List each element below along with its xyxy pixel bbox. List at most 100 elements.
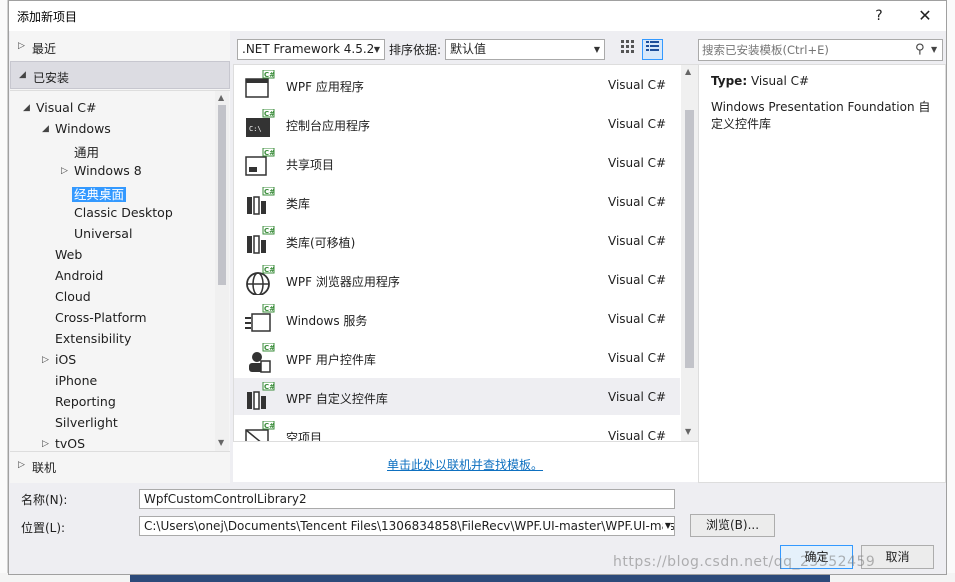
browser-app-icon: C# xyxy=(244,264,276,296)
list-view-icon[interactable] xyxy=(642,39,663,60)
expand-arrow-icon: ▷ xyxy=(42,439,49,449)
scroll-down-icon[interactable]: ▼ xyxy=(685,427,691,436)
template-name: 共享项目 xyxy=(286,158,335,172)
category-recent[interactable]: ▷ 最近 xyxy=(10,33,230,61)
expand-arrow-icon: ▷ xyxy=(61,166,68,176)
template-row[interactable]: C# WPF 浏览器应用程序 Visual C# xyxy=(234,261,680,298)
svg-text:C#: C# xyxy=(264,110,275,118)
tree-item-tvos[interactable]: ▷ tvOS xyxy=(42,436,85,451)
tree-item-windows[interactable]: ◢ Windows xyxy=(42,121,111,141)
search-input[interactable] xyxy=(702,42,907,58)
template-language: Visual C# xyxy=(608,273,667,287)
template-row[interactable]: C# 类库(可移植) Visual C# xyxy=(234,222,680,259)
tree-item-visual-csharp[interactable]: ◢ Visual C# xyxy=(23,100,97,120)
template-row[interactable]: C# 共享项目 Visual C# xyxy=(234,144,680,181)
browse-button[interactable]: 浏览(B)... xyxy=(690,514,775,537)
template-language: Visual C# xyxy=(608,117,667,131)
category-panel: ▷ 最近 ◢ 已安装 ◢ Visual C# ◢ Windows 通用 ▷ Windo… xyxy=(10,31,230,483)
grid-view-icon[interactable] xyxy=(617,39,638,60)
template-name: WPF 应用程序 xyxy=(286,80,364,94)
scroll-up-icon[interactable]: ▲ xyxy=(218,93,224,102)
template-language: Visual C# xyxy=(608,78,667,92)
tree-item-iphone[interactable]: iPhone xyxy=(55,373,97,393)
search-box[interactable]: ⚲ ▼ xyxy=(698,39,943,61)
category-online[interactable]: ▷ 联机 xyxy=(10,452,230,480)
custom-control-library-icon: C# xyxy=(244,381,276,412)
tree-item-universal[interactable]: Universal xyxy=(74,226,132,246)
template-toolbar: .NET Framework 4.5.2 ▼ 排序依据: 默认值 ▼ xyxy=(237,39,697,61)
template-row[interactable]: C:\ C# 控制台应用程序 Visual C# xyxy=(234,105,680,142)
sort-select[interactable]: 默认值 ▼ xyxy=(445,39,605,60)
template-tree: ◢ Visual C# ◢ Windows 通用 ▷ Windows 8 经典桌面 C… xyxy=(10,90,230,452)
tree-item-ios[interactable]: ▷ iOS xyxy=(42,352,76,372)
template-name: 类库 xyxy=(286,197,311,211)
expand-arrow-icon: ▷ xyxy=(42,355,49,365)
add-new-project-dialog: 添加新项目 ? ✕ ▷ 最近 ◢ 已安装 ◢ Visual C# ◢ Windows… xyxy=(8,0,947,575)
location-combobox[interactable]: C:\Users\onej\Documents\Tencent Files\13… xyxy=(139,516,675,536)
tree-item-reporting[interactable]: Reporting xyxy=(55,394,116,414)
template-name: WPF 浏览器应用程序 xyxy=(286,275,400,289)
find-templates-online-link[interactable]: 单击此处以联机并查找模板。 xyxy=(387,456,543,473)
tree-item-android[interactable]: Android xyxy=(55,268,103,288)
collapse-arrow-icon: ◢ xyxy=(23,103,30,113)
svg-text:C#: C# xyxy=(264,344,275,352)
wpf-app-icon: C# xyxy=(244,69,276,100)
template-language: Visual C# xyxy=(608,156,667,170)
template-name: 类库(可移植) xyxy=(286,236,356,250)
details-panel: Type: Visual C# Windows Presentation Fou… xyxy=(698,64,946,483)
template-language: Visual C# xyxy=(608,429,667,442)
template-row[interactable]: C# WPF 自定义控件库 Visual C# xyxy=(234,378,680,415)
empty-project-icon: C# xyxy=(244,420,276,441)
help-button[interactable]: ? xyxy=(867,5,891,27)
scroll-down-icon[interactable]: ▼ xyxy=(218,438,224,447)
windows-service-icon: C# xyxy=(244,303,276,334)
name-label: 名称(N): xyxy=(21,493,68,507)
user-control-library-icon: C# xyxy=(244,342,276,373)
template-list-scrollbar[interactable]: ▲ ▼ xyxy=(681,65,698,441)
collapse-arrow-icon: ◢ xyxy=(19,70,26,80)
svg-text:C#: C# xyxy=(264,422,275,430)
tree-item-cloud[interactable]: Cloud xyxy=(55,289,91,309)
expand-arrow-icon: ▷ xyxy=(18,460,25,470)
tree-item-classic-desktop[interactable]: Classic Desktop xyxy=(74,205,173,225)
chevron-down-icon[interactable]: ▼ xyxy=(931,40,937,60)
scroll-up-icon[interactable]: ▲ xyxy=(685,67,691,76)
framework-select[interactable]: .NET Framework 4.5.2 ▼ xyxy=(237,39,385,60)
svg-text:C#: C# xyxy=(264,227,275,235)
template-row[interactable]: C# Windows 服务 Visual C# xyxy=(234,300,680,337)
svg-text:C#: C# xyxy=(264,149,275,157)
template-language: Visual C# xyxy=(608,312,667,326)
category-installed[interactable]: ◢ 已安装 xyxy=(10,61,230,89)
template-language: Visual C# xyxy=(608,390,667,404)
template-row[interactable]: C# 类库 Visual C# xyxy=(234,183,680,220)
expand-arrow-icon: ▷ xyxy=(18,41,25,51)
chevron-down-icon: ▼ xyxy=(593,45,600,54)
tree-item-silverlight[interactable]: Silverlight xyxy=(55,415,118,435)
portable-library-icon: C# xyxy=(244,225,276,256)
template-name: Windows 服务 xyxy=(286,314,368,328)
watermark: https://blog.csdn.net/qq_23352459 xyxy=(613,554,876,570)
search-icon[interactable]: ⚲ xyxy=(915,40,925,60)
close-button[interactable]: ✕ xyxy=(909,5,941,27)
template-name: WPF 自定义控件库 xyxy=(286,392,388,406)
tree-item-classic-desktop-cn[interactable]: 经典桌面 xyxy=(72,184,127,204)
tree-item-extensibility[interactable]: Extensibility xyxy=(55,331,131,351)
chevron-down-icon[interactable]: ▼ xyxy=(662,517,671,535)
name-input[interactable]: WpfCustomControlLibrary2 xyxy=(139,489,675,509)
template-row[interactable]: C# WPF 应用程序 Visual C# xyxy=(234,66,680,103)
tree-scroll-thumb[interactable] xyxy=(218,105,226,285)
tree-item-cross-platform[interactable]: Cross-Platform xyxy=(55,310,147,330)
tree-item-web[interactable]: Web xyxy=(55,247,82,267)
title-bar: 添加新项目 ? ✕ xyxy=(9,1,946,31)
online-link-area: 单击此处以联机并查找模板。 xyxy=(233,442,699,482)
tree-item-universal-cn[interactable]: 通用 xyxy=(74,142,99,162)
template-row[interactable]: C# WPF 用户控件库 Visual C# xyxy=(234,339,680,376)
template-language: Visual C# xyxy=(608,234,667,248)
template-list-scroll-thumb[interactable] xyxy=(685,110,694,368)
template-language: Visual C# xyxy=(608,351,667,365)
tree-item-windows-8[interactable]: ▷ Windows 8 xyxy=(61,163,142,183)
template-name: 控制台应用程序 xyxy=(286,119,371,133)
tree-scrollbar[interactable]: ▲ ▼ xyxy=(215,91,229,451)
chevron-down-icon: ▼ xyxy=(373,45,380,54)
template-row[interactable]: C# 空项目 Visual C# xyxy=(234,417,680,442)
